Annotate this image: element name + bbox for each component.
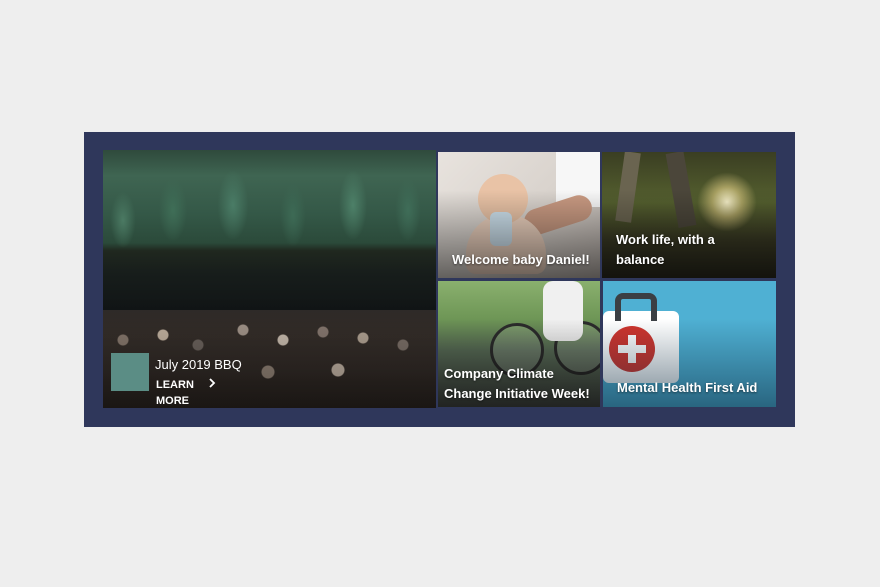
hero-title[interactable]: July 2019 BBQ bbox=[155, 357, 242, 373]
hero-tile-july-bbq[interactable]: July 2019 BBQ LEARN MORE bbox=[103, 150, 436, 408]
tile-work-life-balance[interactable]: Work life, with a balance bbox=[602, 152, 776, 278]
tile-title[interactable]: Company Climate Change Initiative Week! bbox=[444, 364, 590, 404]
forest-image bbox=[103, 150, 436, 250]
tile-welcome-baby[interactable]: Welcome baby Daniel! bbox=[438, 152, 600, 278]
chevron-right-icon[interactable] bbox=[207, 376, 217, 390]
category-swatch bbox=[111, 353, 149, 391]
tile-mental-health-first-aid[interactable]: Mental Health First Aid bbox=[603, 281, 776, 407]
learn-more-link[interactable]: LEARN MORE bbox=[156, 377, 202, 408]
tile-title[interactable]: Mental Health First Aid bbox=[617, 378, 766, 398]
tile-title[interactable]: Welcome baby Daniel! bbox=[452, 250, 590, 270]
tile-climate-change-week[interactable]: Company Climate Change Initiative Week! bbox=[438, 281, 600, 407]
tile-title[interactable]: Work life, with a balance bbox=[616, 230, 766, 270]
